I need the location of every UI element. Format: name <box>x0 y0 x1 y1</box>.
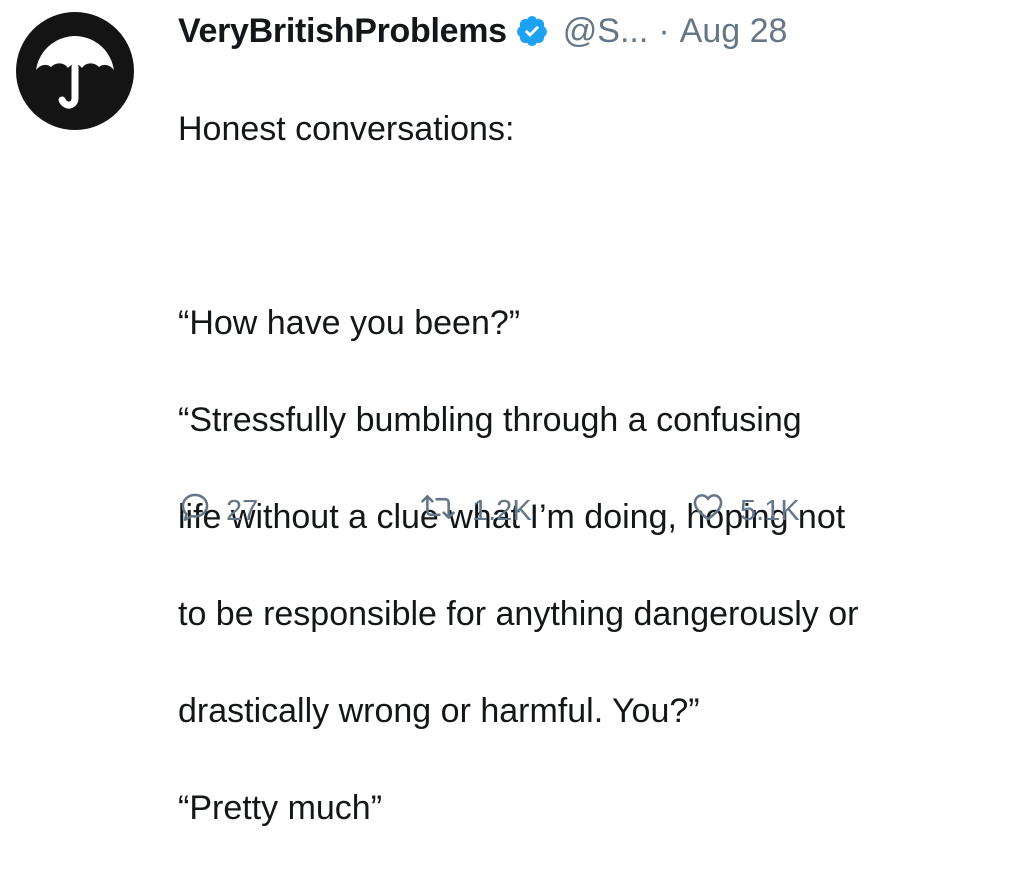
tweet-text-line: to be responsible for anything dangerous… <box>178 594 859 633</box>
retweet-count: 1.2K <box>472 494 532 527</box>
like-button[interactable]: 5.1K <box>690 486 800 536</box>
tweet-header: VeryBritishProblems @S... · Aug 28 <box>178 0 1008 62</box>
like-count: 5.1K <box>740 494 800 527</box>
tweet-text-line: “Stressfully bumbling through a confusin… <box>178 400 802 439</box>
tweet-actions: 27 1.2K 5.1K <box>178 486 978 536</box>
tweet-text-line: drastically wrong or harmful. You?” <box>178 691 700 730</box>
heart-icon <box>690 490 726 532</box>
tweet[interactable]: VeryBritishProblems @S... · Aug 28 Hones… <box>0 0 1024 827</box>
tweet-text-line: Honest conversations: <box>178 109 515 148</box>
retweet-icon <box>418 490 458 532</box>
display-name[interactable]: VeryBritishProblems <box>178 12 507 51</box>
verified-badge-icon <box>515 14 549 48</box>
reply-count: 27 <box>226 494 259 527</box>
tweet-text-line <box>178 202 1008 251</box>
tweet-content: VeryBritishProblems @S... · Aug 28 Hones… <box>178 0 1008 881</box>
tweet-text-line: “How have you been?” <box>178 303 521 342</box>
tweet-text: Honest conversations: “How have you been… <box>178 56 1008 881</box>
umbrella-icon <box>36 36 114 109</box>
avatar[interactable] <box>16 12 134 130</box>
timestamp[interactable]: Aug 28 <box>680 12 788 51</box>
reply-icon <box>178 490 212 532</box>
separator-dot: · <box>658 11 670 50</box>
retweet-button[interactable]: 1.2K <box>418 486 532 536</box>
handle[interactable]: @S... <box>563 12 649 51</box>
reply-button[interactable]: 27 <box>178 486 258 536</box>
tweet-text-line: “Pretty much” <box>178 788 383 827</box>
